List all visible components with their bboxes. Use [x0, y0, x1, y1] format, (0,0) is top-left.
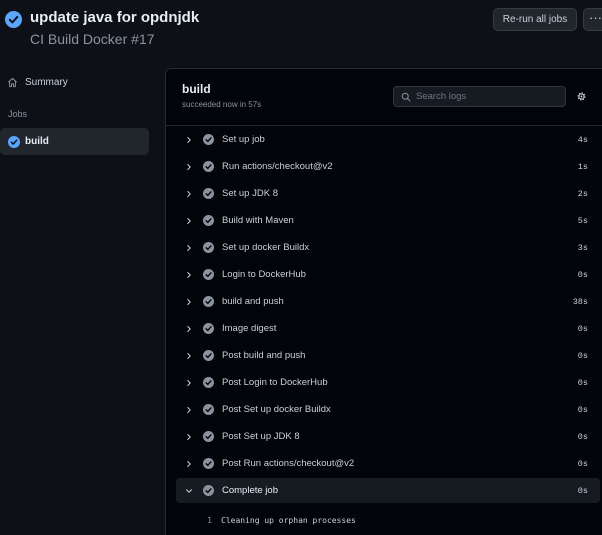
job-log-panel: build succeeded now in 57s Set up job 4s R…: [165, 68, 602, 535]
step-name: build and push: [222, 296, 284, 307]
step-row[interactable]: Complete job 0s: [176, 478, 600, 503]
check-circle-icon: [203, 296, 214, 307]
check-circle-icon: [203, 269, 214, 280]
chevron-right-icon: [187, 298, 191, 305]
search-logs-box[interactable]: [393, 86, 566, 107]
chevron-right-icon: [187, 190, 191, 197]
step-row[interactable]: Post Set up JDK 8 0s: [176, 423, 600, 450]
gear-icon[interactable]: [576, 91, 587, 102]
step-name: Post Set up docker Buildx: [222, 404, 331, 415]
chevron-right-icon: [187, 217, 191, 224]
step-duration: 0s: [577, 323, 588, 334]
chevron-right-icon: [187, 244, 191, 251]
chevron-right-icon: [187, 433, 191, 440]
step-row[interactable]: Login to DockerHub 0s: [176, 261, 600, 288]
step-name: Complete job: [222, 485, 278, 496]
step-row[interactable]: Post build and push 0s: [176, 342, 600, 369]
step-name: Image digest: [222, 323, 277, 334]
check-circle-icon: [203, 161, 214, 172]
chevron-right-icon: [187, 136, 191, 143]
step-name: Login to DockerHub: [222, 269, 306, 280]
step-row[interactable]: Run actions/checkout@v2 1s: [176, 153, 600, 180]
check-circle-icon: [203, 458, 214, 469]
log-line-number: 1: [207, 516, 212, 525]
check-circle-icon: [203, 242, 214, 253]
search-logs-input[interactable]: [416, 91, 556, 102]
jobs-heading: Jobs: [8, 109, 28, 119]
log-line: 1 Cleaning up orphan processes: [202, 516, 356, 525]
check-circle-icon: [203, 134, 214, 145]
check-circle-icon: [8, 135, 20, 148]
step-duration: 3s: [577, 242, 588, 253]
step-list: Set up job 4s Run actions/checkout@v2 1s Set…: [176, 126, 600, 503]
step-row[interactable]: Set up job 4s: [176, 126, 600, 153]
step-name: Post Set up JDK 8: [222, 431, 300, 442]
step-name: Set up JDK 8: [222, 188, 278, 199]
step-name: Set up job: [222, 134, 265, 145]
step-row[interactable]: Post Set up docker Buildx 0s: [176, 396, 600, 423]
check-circle-icon: [203, 431, 214, 442]
chevron-right-icon: [187, 325, 191, 332]
step-row[interactable]: Set up docker Buildx 3s: [176, 234, 600, 261]
workflow-run-page: update java for opdnjdk CI Build Docker …: [0, 0, 602, 535]
step-row[interactable]: Image digest 0s: [176, 315, 600, 342]
home-icon: [8, 77, 17, 87]
chevron-right-icon: [187, 352, 191, 359]
chevron-down-icon: [186, 488, 192, 493]
step-row[interactable]: Post Login to DockerHub 0s: [176, 369, 600, 396]
summary-link[interactable]: Summary: [7, 74, 68, 90]
summary-label: Summary: [25, 76, 68, 88]
step-row[interactable]: build and push 38s: [176, 288, 600, 315]
job-label: build: [25, 136, 49, 147]
check-circle-icon: [203, 215, 214, 226]
check-circle-icon: [203, 350, 214, 361]
step-duration: 0s: [577, 458, 588, 469]
step-duration: 38s: [572, 296, 588, 307]
job-status-text: succeeded now in 57s: [182, 100, 262, 109]
check-circle-icon: [203, 323, 214, 334]
step-row[interactable]: Build with Maven 5s: [176, 207, 600, 234]
step-name: Post Run actions/checkout@v2: [222, 458, 355, 469]
step-duration: 1s: [577, 161, 588, 172]
workflow-run-name[interactable]: CI Build Docker #17: [30, 31, 155, 47]
sidebar-job-build[interactable]: build: [0, 128, 149, 155]
step-duration: 0s: [577, 269, 588, 280]
check-circle-icon: [5, 11, 22, 28]
step-duration: 4s: [577, 134, 588, 145]
chevron-right-icon: [187, 379, 191, 386]
step-duration: 5s: [577, 215, 588, 226]
job-title: build: [182, 82, 211, 96]
chevron-right-icon: [187, 163, 191, 170]
step-name: Post build and push: [222, 350, 306, 361]
check-circle-icon: [203, 188, 214, 199]
chevron-right-icon: [187, 406, 191, 413]
step-duration: 0s: [577, 350, 588, 361]
check-circle-icon: [203, 485, 214, 496]
chevron-right-icon: [187, 271, 191, 278]
step-row[interactable]: Post Run actions/checkout@v2 0s: [176, 450, 600, 477]
chevron-right-icon: [187, 460, 191, 467]
step-name: Run actions/checkout@v2: [222, 161, 333, 172]
check-circle-icon: [203, 377, 214, 388]
step-duration: 0s: [577, 431, 588, 442]
step-name: Build with Maven: [222, 215, 294, 226]
step-duration: 2s: [577, 188, 588, 199]
more-options-button[interactable]: ···: [583, 8, 602, 31]
search-icon: [401, 92, 411, 102]
step-name: Set up docker Buildx: [222, 242, 310, 253]
log-line-text: Cleaning up orphan processes: [221, 516, 356, 525]
step-row[interactable]: Set up JDK 8 2s: [176, 180, 600, 207]
sidebar: Summary Jobs build: [0, 62, 160, 535]
step-duration: 0s: [577, 485, 588, 496]
run-title: update java for opdnjdk: [30, 9, 200, 26]
run-header: update java for opdnjdk CI Build Docker …: [0, 0, 602, 62]
step-name: Post Login to DockerHub: [222, 377, 328, 388]
rerun-all-jobs-button[interactable]: Re-run all jobs: [493, 8, 577, 31]
step-duration: 0s: [577, 377, 588, 388]
check-circle-icon: [203, 404, 214, 415]
step-duration: 0s: [577, 404, 588, 415]
